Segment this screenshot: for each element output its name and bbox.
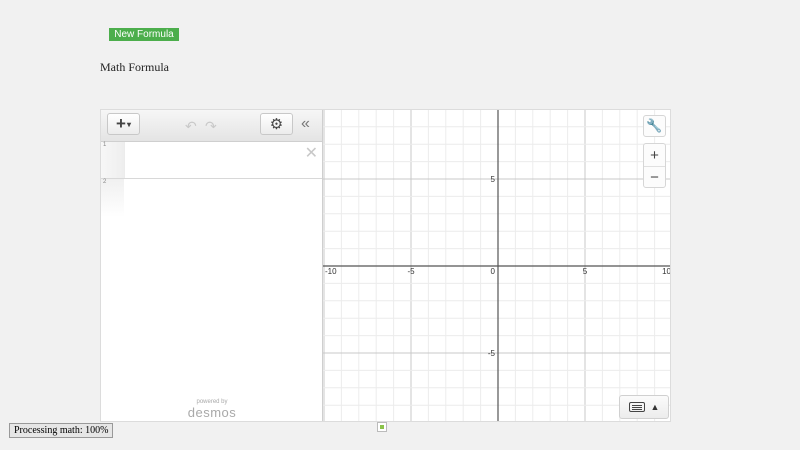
x-tick-label: 5 [583,267,588,276]
redo-icon[interactable]: ↷ [205,118,217,135]
close-icon[interactable]: ✕ [305,143,318,163]
caret-down-icon: ▾ [126,119,131,129]
double-chevron-left-icon[interactable]: « [301,115,310,133]
caret-up-icon: ▲ [650,402,660,412]
graph-settings-button[interactable]: 🔧 [643,115,666,137]
keyboard-icon [628,402,645,412]
expression-toolbar: + ▾ ↶ ↷ ⚙ « [101,110,322,142]
settings-button[interactable]: ⚙ [260,113,293,135]
status-indicator: Processing math: 100% [9,423,114,438]
gear-icon: ⚙ [269,116,284,133]
graph-paper[interactable]: -10 -5 0 5 10 5 -5 🔧 + − ▲ [323,110,671,421]
x-tick-label: -10 [325,267,337,276]
zoom-in-button[interactable]: + [644,144,665,167]
expression-row[interactable]: 1 ✕ [101,142,322,179]
undo-icon[interactable]: ↶ [185,118,197,135]
x-tick-label: 0 [491,267,496,276]
y-tick-label: -5 [488,349,496,358]
brand-text: desmos [187,405,237,420]
y-tick-label: 5 [491,175,496,184]
desmos-logo[interactable]: powered by desmos [185,399,239,419]
plus-icon: + [116,114,126,133]
graph-grid: -10 -5 0 5 10 5 -5 [323,110,671,421]
x-tick-label: 10 [662,267,671,276]
zoom-out-button[interactable]: − [644,166,665,188]
minus-icon: − [650,168,659,186]
row-index: 1 [103,142,107,148]
add-expression-button[interactable]: + ▾ [107,113,140,135]
page-title: Math Formula [100,60,169,74]
keyboard-toggle-button[interactable]: ▲ [619,395,669,419]
x-tick-label: -5 [407,267,415,276]
wrench-icon: 🔧 [646,118,663,133]
row-index: 2 [103,179,107,185]
broken-image-icon [377,422,387,432]
graphing-calculator: + ▾ ↶ ↷ ⚙ « 1 ✕ 2 powered by desmos -10 -5… [100,109,671,422]
expression-panel: + ▾ ↶ ↷ ⚙ « 1 ✕ 2 powered by desmos [101,110,323,421]
expression-row[interactable]: 2 [101,179,322,217]
new-formula-button[interactable]: New Formula [109,28,179,41]
plus-icon: + [650,146,659,164]
zoom-controls: + − [643,143,666,188]
